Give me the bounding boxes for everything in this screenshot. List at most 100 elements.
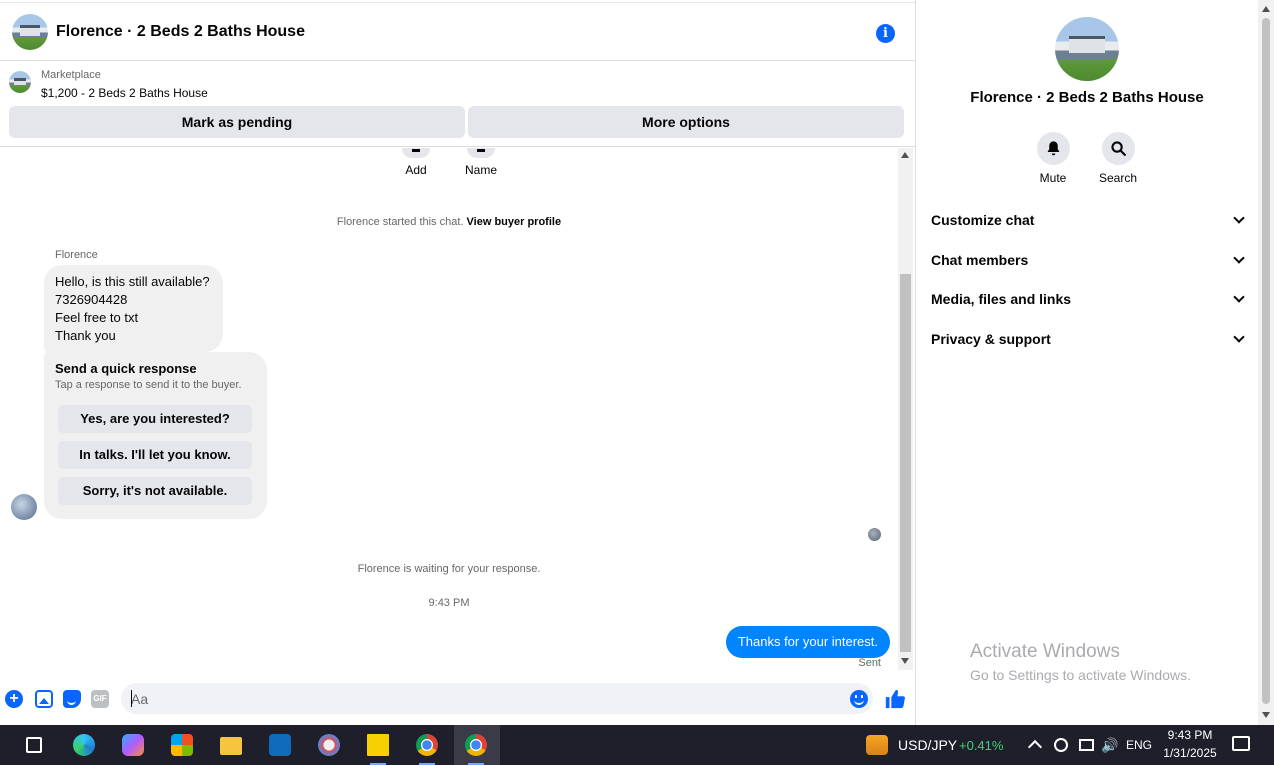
copilot-icon	[122, 734, 144, 756]
chevron-down-icon	[1233, 331, 1245, 343]
customize-chat-section[interactable]: Customize chat	[931, 212, 1245, 236]
copilot-app[interactable]	[111, 725, 155, 765]
chat-started-notice: Florence started this chat. View buyer p…	[0, 216, 898, 228]
media-files-links-section[interactable]: Media, files and links	[931, 291, 1245, 315]
paint-icon	[318, 734, 340, 756]
listing-banner: Marketplace $1,200 - 2 Beds 2 Baths Hous…	[0, 61, 915, 147]
edge-app[interactable]	[62, 725, 106, 765]
activate-windows-subtitle: Go to Settings to activate Windows.	[970, 667, 1191, 683]
pencil-icon	[467, 148, 495, 158]
panel-avatar[interactable]	[1055, 17, 1119, 81]
scroll-down-arrow-icon[interactable]	[901, 658, 909, 664]
sender-avatar[interactable]	[11, 494, 37, 520]
store-app[interactable]	[160, 725, 204, 765]
thumbs-up-icon[interactable]	[884, 688, 906, 710]
incoming-message[interactable]: Hello, is this still available? 73269044…	[44, 265, 223, 352]
chat-info-panel: Florence · 2 Beds 2 Baths House Mute Sea…	[915, 0, 1258, 725]
add-icon	[402, 148, 430, 158]
view-buyer-profile-link[interactable]: View buyer profile	[467, 216, 562, 228]
clock-time[interactable]: 9:43 PM	[1160, 728, 1220, 742]
tray-overflow-icon[interactable]	[1027, 739, 1043, 755]
chrome-icon	[416, 734, 438, 756]
emoji-icon[interactable]	[850, 690, 868, 708]
chevron-down-icon	[1233, 252, 1245, 264]
message-input[interactable]	[121, 683, 873, 714]
stock-label[interactable]: USD/JPY	[898, 737, 957, 753]
paint-app[interactable]	[307, 725, 351, 765]
quick-response-button[interactable]: Yes, are you interested?	[58, 405, 252, 433]
section-label: Customize chat	[931, 212, 1035, 228]
read-receipt-avatar	[868, 528, 881, 541]
mute-button[interactable]: Mute	[1023, 132, 1083, 185]
plus-icon[interactable]: +	[5, 690, 23, 708]
chat-members-section[interactable]: Chat members	[931, 252, 1245, 276]
sticky-notes-icon	[367, 734, 389, 756]
outgoing-message[interactable]: Thanks for your interest.	[725, 626, 890, 658]
message-line: Hello, is this still available?	[55, 274, 210, 289]
message-line: Feel free to txt	[55, 310, 139, 325]
stock-widget-icon[interactable]	[866, 735, 888, 755]
sender-name: Florence	[55, 249, 98, 261]
photo-icon[interactable]	[35, 690, 53, 708]
outlook-icon	[269, 734, 291, 756]
chat-header: Florence · 2 Beds 2 Baths House i	[0, 2, 915, 61]
listing-thumbnail[interactable]	[9, 71, 31, 93]
chat-pane: Florence · 2 Beds 2 Baths House i Market…	[0, 0, 915, 725]
task-view-button[interactable]	[12, 725, 56, 765]
message-scrollbar[interactable]	[898, 148, 913, 670]
chat-title[interactable]: Florence · 2 Beds 2 Baths House	[56, 23, 305, 41]
volume-icon[interactable]: 🔊	[1101, 737, 1118, 754]
panel-title: Florence · 2 Beds 2 Baths House	[970, 89, 1204, 106]
name-label: Name	[464, 163, 497, 177]
waiting-notice: Florence is waiting for your response.	[357, 563, 541, 575]
scroll-down-arrow-icon[interactable]	[1262, 712, 1270, 718]
more-options-button[interactable]: More options	[468, 106, 904, 138]
section-label: Privacy & support	[931, 331, 1051, 347]
windows-taskbar: USD/JPY +0.41% 🔊 ENG 9:43 PM 1/31/2025	[0, 725, 1274, 765]
bell-icon	[1036, 132, 1070, 165]
quick-response-button[interactable]: In talks. I'll let you know.	[58, 441, 252, 469]
sent-status: Sent	[858, 657, 881, 669]
store-icon	[171, 734, 193, 756]
meet-now-icon[interactable]	[1054, 738, 1068, 752]
chrome-app[interactable]	[405, 725, 449, 765]
listing-title[interactable]: $1,200 - 2 Beds 2 Baths House	[41, 86, 208, 100]
section-label: Media, files and links	[931, 291, 1072, 307]
task-view-icon	[26, 737, 42, 753]
scroll-thumb[interactable]	[900, 274, 911, 652]
page-scroll-thumb[interactable]	[1262, 18, 1270, 704]
listing-avatar[interactable]	[12, 14, 48, 50]
clock-date[interactable]: 1/31/2025	[1160, 746, 1220, 760]
search-button[interactable]: Search	[1088, 132, 1148, 185]
message-line: 7326904428	[55, 292, 128, 307]
stock-change[interactable]: +0.41%	[959, 738, 1003, 753]
edge-icon	[73, 734, 95, 756]
chrome-profile-icon	[465, 734, 487, 756]
message-timestamp: 9:43 PM	[428, 597, 470, 609]
scroll-up-arrow-icon[interactable]	[901, 152, 909, 158]
add-action[interactable]: Add	[400, 148, 432, 177]
search-label: Search	[1098, 171, 1138, 185]
chrome-profile-app[interactable]	[454, 725, 500, 765]
page-scrollbar[interactable]	[1258, 0, 1274, 725]
info-icon[interactable]: i	[876, 24, 895, 43]
privacy-support-section[interactable]: Privacy & support	[931, 331, 1245, 355]
file-explorer-app[interactable]	[209, 725, 253, 765]
started-text: Florence started this chat.	[336, 216, 464, 228]
notification-icon[interactable]	[1232, 736, 1250, 751]
sticker-icon[interactable]	[63, 690, 81, 708]
name-action[interactable]: Name	[463, 148, 499, 177]
quick-response-card: Send a quick response Tap a response to …	[44, 352, 267, 519]
listing-kind: Marketplace	[41, 69, 101, 81]
network-icon[interactable]	[1079, 739, 1094, 751]
quick-response-button[interactable]: Sorry, it's not available.	[58, 477, 252, 505]
sticky-notes-app[interactable]	[356, 725, 400, 765]
outlook-app[interactable]	[258, 725, 302, 765]
activate-windows-title: Activate Windows	[970, 641, 1120, 662]
gif-icon[interactable]: GIF	[91, 690, 109, 708]
message-list: Add Name Florence started this chat. Vie…	[0, 148, 898, 678]
scroll-up-arrow-icon[interactable]	[1262, 6, 1270, 12]
mark-as-pending-button[interactable]: Mark as pending	[9, 106, 465, 138]
language-indicator[interactable]: ENG	[1126, 738, 1152, 752]
section-label: Chat members	[931, 252, 1029, 268]
